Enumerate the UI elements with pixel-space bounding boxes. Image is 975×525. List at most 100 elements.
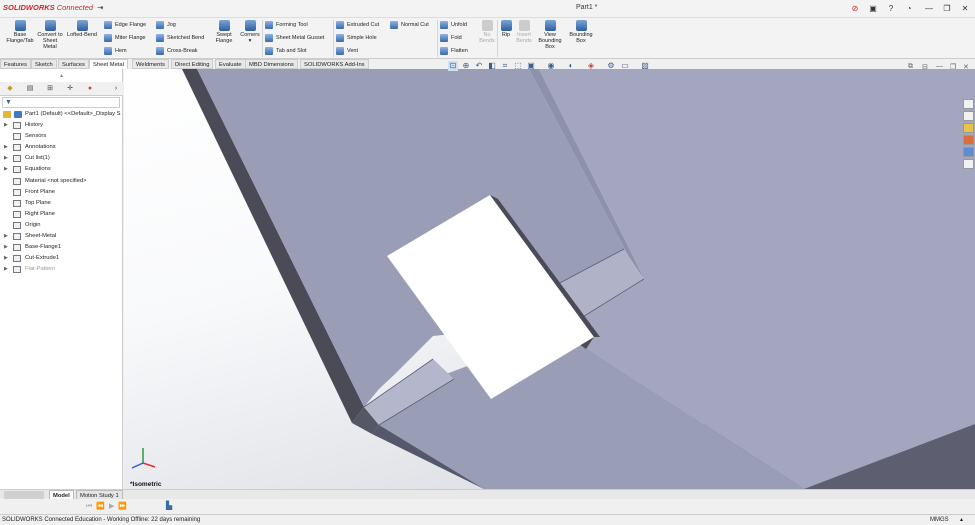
file-explorer-icon[interactable]	[963, 123, 974, 133]
swept-flange-button[interactable]: Swept Flange	[212, 20, 236, 44]
forum-icon[interactable]	[963, 159, 974, 169]
dynamic-annotation-icon[interactable]: ⌗	[500, 61, 510, 71]
graphics-area[interactable]	[124, 69, 975, 489]
help-icon[interactable]: ?	[884, 2, 898, 15]
feature-manager-tab-icon[interactable]: ◆	[4, 84, 16, 94]
dimxpert-tab-icon[interactable]: ✛	[64, 84, 76, 94]
apply-scene-icon[interactable]: ◈	[586, 61, 596, 71]
tree-item[interactable]: ▶ Equations	[0, 164, 123, 175]
cross-break-button[interactable]: Cross-Break	[156, 46, 198, 56]
viewport-restore-icon[interactable]: ❐	[950, 63, 956, 71]
user-icon[interactable]: ◔	[902, 2, 916, 15]
convert-to-sheet-metal-button[interactable]: Convert to Sheet Metal	[36, 20, 64, 50]
tree-item[interactable]: ▶ Sheet-Metal	[0, 231, 123, 242]
tab-mbd-dimensions[interactable]: MBD Dimensions	[245, 59, 298, 69]
tree-item[interactable]: ▶ Cut list(1)	[0, 153, 123, 164]
tab-surfaces[interactable]: Surfaces	[58, 59, 89, 69]
tab-addins[interactable]: SOLIDWORKS Add-Ins	[300, 59, 369, 69]
tree-item[interactable]: Right Plane	[0, 209, 123, 220]
viewport-split-icon[interactable]: ⊟	[922, 63, 928, 71]
tile-icon[interactable]: ⧉	[908, 63, 913, 71]
tab-slot-button[interactable]: Tab and Slot	[265, 46, 307, 56]
flatten-button[interactable]: Flatten	[440, 46, 468, 56]
tree-item[interactable]: Top Plane	[0, 198, 123, 209]
minimize-icon[interactable]: —	[922, 2, 936, 15]
unfold-button[interactable]: Unfold	[440, 20, 467, 30]
normal-cut-button[interactable]: Normal Cut	[390, 20, 429, 30]
tab-weldments[interactable]: Weldments	[132, 59, 169, 69]
simple-hole-button[interactable]: Simple Hole	[336, 33, 377, 43]
expand-arrow-icon[interactable]: ▶	[4, 153, 8, 164]
tree-item[interactable]: ▶ Base-Flange1	[0, 242, 123, 253]
expand-arrow-icon[interactable]: ▶	[4, 142, 8, 153]
custom-properties-icon[interactable]	[963, 147, 974, 157]
view-settings-icon[interactable]: ⚙	[606, 61, 616, 71]
expand-arrow-icon[interactable]: ▶	[4, 264, 8, 275]
base-flange-button[interactable]: Base Flange/Tab	[4, 20, 36, 44]
close-icon[interactable]: ✕	[958, 2, 972, 15]
tab-sheet-metal[interactable]: Sheet Metal	[89, 59, 128, 69]
rip-button[interactable]: Rip	[499, 20, 513, 38]
tree-root-part[interactable]: Part1 (Default) <<Default>_Display S	[0, 109, 123, 120]
tree-item[interactable]: ▶ Annotations	[0, 142, 123, 153]
vent-button[interactable]: Vent	[336, 46, 358, 56]
previous-view-icon[interactable]: ↶	[474, 61, 484, 71]
forming-tool-button[interactable]: Forming Tool	[265, 20, 308, 30]
tab-direct-editing[interactable]: Direct Editing	[171, 59, 214, 69]
configuration-manager-tab-icon[interactable]: ⊞	[44, 84, 56, 94]
bounding-box-button[interactable]: Bounding Box	[566, 20, 596, 44]
offline-icon[interactable]: ⊘	[848, 2, 862, 15]
tab-scroll-area[interactable]	[4, 491, 44, 499]
chevron-down-icon[interactable]: ▾	[249, 38, 252, 44]
expand-arrow-icon[interactable]: ▶	[4, 253, 8, 264]
lofted-bend-button[interactable]: Lofted-Bend	[65, 20, 99, 38]
app-logo[interactable]: SOLIDWORKS Connected ⇥	[3, 3, 103, 12]
tree-item[interactable]: ▶ Cut-Extrude1	[0, 253, 123, 264]
timeline-icon[interactable]: ▙	[166, 501, 172, 510]
zoom-to-fit-icon[interactable]: ⊡	[448, 61, 458, 71]
expand-arrow-icon[interactable]: ▶	[4, 242, 8, 253]
tree-filter[interactable]: ▼	[2, 97, 120, 108]
tab-sketch[interactable]: Sketch	[31, 59, 57, 69]
monitor-icon[interactable]: ▭	[620, 61, 630, 71]
viewport-minimize-icon[interactable]: —	[936, 63, 943, 70]
chevron-right-icon[interactable]: ›	[110, 84, 122, 94]
tab-evaluate[interactable]: Evaluate	[215, 59, 246, 69]
tree-item[interactable]: ▶ History	[0, 120, 123, 131]
tree-item[interactable]: Front Plane	[0, 187, 123, 198]
tab-features[interactable]: Features	[0, 59, 31, 69]
gusset-button[interactable]: Sheet Metal Gusset	[265, 33, 324, 43]
design-library-icon[interactable]	[963, 111, 974, 121]
extruded-cut-button[interactable]: Extruded Cut	[336, 20, 379, 30]
sketched-bend-button[interactable]: Sketched Bend	[156, 33, 204, 43]
jog-button[interactable]: Jog	[156, 20, 176, 30]
display-manager-tab-icon[interactable]: ●	[84, 84, 96, 94]
insert-bends-button[interactable]: Insert Bends	[513, 20, 535, 44]
tree-item[interactable]: ▶ Flat-Pattern	[0, 264, 123, 275]
view-orientation-icon[interactable]: ⬚	[513, 61, 523, 71]
restore-icon[interactable]: ❐	[940, 2, 954, 15]
edit-appearance-icon[interactable]: ◐	[566, 61, 576, 71]
viewport-close-icon[interactable]: ✕	[963, 63, 969, 71]
miter-flange-button[interactable]: Miter Flange	[104, 33, 146, 43]
expand-arrow-icon[interactable]: ▶	[4, 164, 8, 175]
tree-item[interactable]: Material <not specified>	[0, 176, 123, 187]
hem-button[interactable]: Hem	[104, 46, 127, 56]
realview-icon[interactable]: ▨	[640, 61, 650, 71]
panel-collapse-icon[interactable]: ▴	[60, 72, 63, 79]
property-manager-tab-icon[interactable]: ▤	[24, 84, 36, 94]
resources-icon[interactable]	[963, 99, 974, 109]
motion-controls-icon[interactable]: ⏮⏪▶⏩	[86, 502, 131, 511]
tree-item[interactable]: Origin	[0, 220, 123, 231]
appearances-icon[interactable]	[963, 135, 974, 145]
fold-button[interactable]: Fold	[440, 33, 462, 43]
hide-show-icon[interactable]: ◉	[546, 61, 556, 71]
no-bends-button[interactable]: No Bends	[477, 20, 497, 44]
section-view-icon[interactable]: ◧	[487, 61, 497, 71]
zoom-area-icon[interactable]: ⊕	[461, 61, 471, 71]
view-bounding-box-button[interactable]: View Bounding Box	[536, 20, 564, 50]
menu-arrow-icon[interactable]: ⇥	[97, 3, 103, 12]
edge-flange-button[interactable]: Edge Flange	[104, 20, 146, 30]
display-style-icon[interactable]: ▣	[526, 61, 536, 71]
expand-arrow-icon[interactable]: ▶	[4, 120, 8, 131]
